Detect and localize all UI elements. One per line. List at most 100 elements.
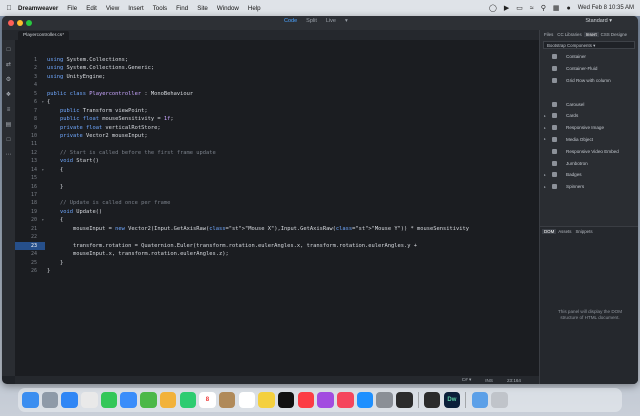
code-line[interactable]: private Vector2 mouseInput; xyxy=(47,132,535,140)
unity-hub-icon[interactable] xyxy=(396,391,413,409)
tab-insert[interactable]: Insert xyxy=(583,32,599,37)
code-line[interactable]: { xyxy=(47,216,535,224)
music-icon[interactable] xyxy=(297,391,315,409)
code-line[interactable]: using System.Collections; xyxy=(47,56,535,64)
maps-icon[interactable] xyxy=(140,391,157,409)
code-line[interactable]: // Update is called once per frame xyxy=(47,199,535,207)
fold-toggle-icon[interactable]: ▾ xyxy=(42,216,44,224)
component-item[interactable]: Responsive Video Embed xyxy=(540,145,638,157)
fold-toggle-icon[interactable]: ▾ xyxy=(42,98,44,106)
more-icon[interactable]: ⋯ xyxy=(4,151,13,160)
facetime-icon[interactable] xyxy=(179,391,196,409)
code-line[interactable]: } xyxy=(47,259,535,267)
dreamweaver-icon[interactable]: Dw xyxy=(443,391,461,409)
expand-icon[interactable]: ▸ xyxy=(544,114,549,118)
menu-edit[interactable]: Edit xyxy=(86,5,97,12)
format-source-icon[interactable]: ≡ xyxy=(4,106,13,115)
code-line[interactable]: using UnityEngine; xyxy=(47,73,535,81)
code-editor[interactable]: 1 2 3 4 5 6 ▾ 7 8 9 10 11 12 13 14 ▾ 15 16 17 18 19 20 ▾ 21 22 23… xyxy=(15,40,539,376)
workspace-selector[interactable]: Standard ▾ xyxy=(585,18,612,24)
code-line[interactable]: using System.Collections.Generic; xyxy=(47,64,535,72)
chrome-icon[interactable] xyxy=(81,391,98,409)
live-view-button[interactable]: Live xyxy=(326,18,336,24)
component-item[interactable]: Carousel xyxy=(540,98,638,110)
code-line[interactable]: mouseInput.x, transform.rotation.eulerAn… xyxy=(47,250,535,258)
file-management-icon[interactable]: ⇄ xyxy=(4,61,13,70)
component-item[interactable]: Container xyxy=(540,51,638,63)
siri-icon[interactable]: ● xyxy=(567,5,571,12)
live-view-options-icon[interactable]: ⚙ xyxy=(4,76,13,85)
code-line[interactable]: } xyxy=(47,267,535,275)
launchpad-icon[interactable] xyxy=(41,391,59,409)
menu-file[interactable]: File xyxy=(67,5,77,12)
open-document-icon[interactable]: □ xyxy=(4,46,13,55)
split-view-button[interactable]: Split xyxy=(306,18,317,24)
close-icon[interactable] xyxy=(8,20,14,26)
menu-find[interactable]: Find xyxy=(176,5,188,12)
wifi-icon[interactable]: ≈ xyxy=(530,5,534,12)
code-area[interactable]: using System.Collections; using System.Co… xyxy=(47,56,535,275)
tab-dom[interactable]: DOM xyxy=(542,229,557,234)
code-line[interactable] xyxy=(47,140,535,148)
code-line[interactable]: public Transform viewPoint; xyxy=(47,107,535,115)
component-item[interactable]: Grid Row with column xyxy=(540,75,638,87)
apple-icon[interactable]:  xyxy=(0,5,18,12)
safari-icon[interactable] xyxy=(61,391,78,409)
system-preferences-icon[interactable] xyxy=(376,391,393,409)
file-tab[interactable]: Playercontroller.cs* xyxy=(18,31,70,40)
expand-icon[interactable]: ▸ xyxy=(544,185,549,189)
podcasts-icon[interactable] xyxy=(317,391,334,409)
wrap-tag-icon[interactable]: □ xyxy=(4,136,13,145)
zoom-icon[interactable] xyxy=(26,20,32,26)
creative-cloud-icon[interactable]: ◯ xyxy=(489,4,497,12)
code-view-button[interactable]: Code xyxy=(284,18,297,24)
code-line[interactable]: { xyxy=(47,166,535,174)
code-line[interactable] xyxy=(47,81,535,89)
clock[interactable]: Wed Feb 8 10:35 AM xyxy=(578,5,634,11)
tab-assets[interactable]: Assets xyxy=(556,229,573,234)
tab-css-designer[interactable]: CSS Designe xyxy=(599,32,629,37)
fold-toggle-icon[interactable]: ▾ xyxy=(42,166,44,174)
calendar-icon[interactable]: 8 xyxy=(199,391,216,409)
component-item[interactable]: ▸ Media Object xyxy=(540,134,638,146)
code-line[interactable]: { xyxy=(47,98,535,106)
code-line[interactable]: public class Playercontroller : MonoBeha… xyxy=(47,90,535,98)
battery-icon[interactable]: ▭ xyxy=(516,4,523,12)
component-item[interactable]: ▸ Spinners xyxy=(540,181,638,193)
unity-icon[interactable] xyxy=(423,391,441,409)
minimize-icon[interactable] xyxy=(17,20,23,26)
code-line[interactable]: // Start is called before the first fram… xyxy=(47,149,535,157)
notes-icon[interactable] xyxy=(258,391,275,409)
reminders-icon[interactable] xyxy=(238,391,256,409)
code-line[interactable]: private float verticalRotStore; xyxy=(47,124,535,132)
code-line[interactable]: transform.rotation = Quaternion.Euler(tr… xyxy=(47,242,535,250)
messages-icon[interactable] xyxy=(100,391,118,409)
trash-icon[interactable] xyxy=(491,391,508,409)
component-item[interactable]: ▸ Responsive Image xyxy=(540,122,638,134)
component-item[interactable]: ▸ Cards xyxy=(540,110,638,122)
tab-snippets[interactable]: Snippets xyxy=(573,229,594,234)
expand-icon[interactable]: ▸ xyxy=(544,126,549,130)
inspect-icon[interactable]: ❖ xyxy=(4,91,13,100)
finder-icon[interactable] xyxy=(22,391,39,409)
menu-view[interactable]: View xyxy=(106,5,119,12)
code-line[interactable]: } xyxy=(47,183,535,191)
code-line[interactable]: public float mouseSensitivity = 1f; xyxy=(47,115,535,123)
play-icon[interactable]: ▶ xyxy=(504,4,509,12)
comment-icon[interactable]: ▤ xyxy=(4,121,13,130)
contacts-icon[interactable] xyxy=(218,391,236,409)
component-item[interactable]: Container-Fluid xyxy=(540,63,638,75)
menu-insert[interactable]: Insert xyxy=(128,5,143,12)
menu-site[interactable]: Site xyxy=(197,5,208,12)
code-line[interactable] xyxy=(47,191,535,199)
expand-icon[interactable]: ▸ xyxy=(544,173,549,177)
control-center-icon[interactable]: ▦ xyxy=(553,4,560,12)
code-line[interactable] xyxy=(47,174,535,182)
app-store-icon[interactable] xyxy=(356,391,374,409)
component-item[interactable]: Jumbotron xyxy=(540,157,638,169)
menu-tools[interactable]: Tools xyxy=(153,5,167,12)
code-line[interactable]: void Update() xyxy=(47,208,535,216)
chevron-down-icon[interactable]: ▾ xyxy=(345,18,348,24)
tab-cc-libraries[interactable]: CC Libraries xyxy=(555,32,583,37)
downloads-icon[interactable] xyxy=(471,391,488,409)
